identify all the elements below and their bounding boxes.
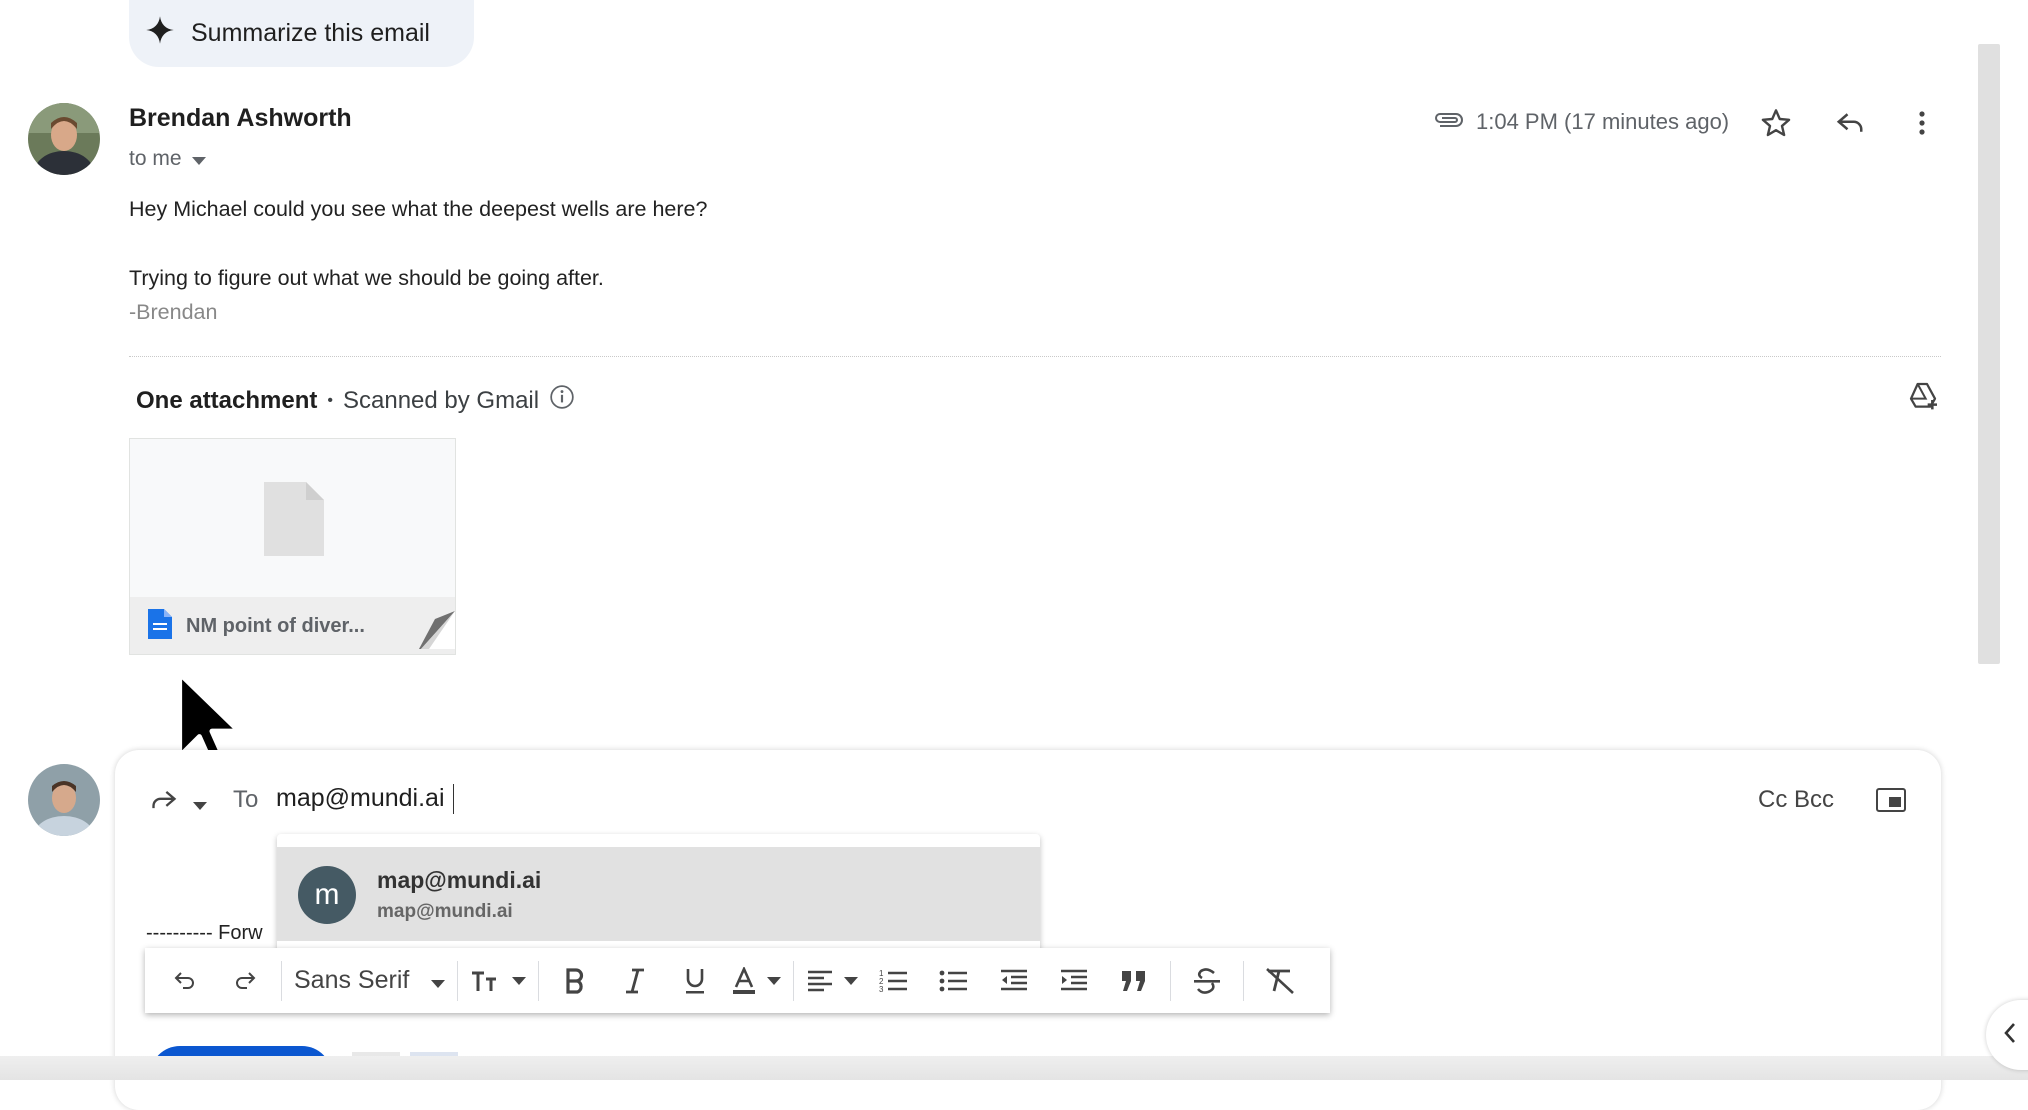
- message-signature: -Brendan: [129, 300, 218, 324]
- indent-icon[interactable]: [1044, 948, 1104, 1013]
- summarize-label: Summarize this email: [191, 19, 430, 47]
- recipient-line: to me: [129, 147, 182, 170]
- toolbar-separator: [1170, 960, 1172, 1001]
- sender-avatar[interactable]: [28, 103, 100, 175]
- bold-icon[interactable]: [545, 948, 605, 1013]
- scrollbar-thumb[interactable]: [1978, 44, 2000, 664]
- forwarded-message-header: ---------- Forw: [146, 922, 263, 944]
- divider: [129, 356, 1941, 357]
- recipient-suggestions: m map@mundi.ai map@mundi.ai: [277, 834, 1040, 954]
- sender-name: Brendan Ashworth: [129, 104, 352, 132]
- cc-bcc-link[interactable]: Cc Bcc: [1758, 786, 1834, 814]
- redo-icon[interactable]: [215, 948, 275, 1013]
- attachment-filename: NM point of diver...: [186, 615, 365, 637]
- font-size-icon[interactable]: [464, 948, 532, 1013]
- caret-down-icon[interactable]: [193, 797, 207, 815]
- page-curl-icon: [383, 611, 455, 654]
- formatting-toolbar: Sans Serif 123: [145, 948, 1330, 1013]
- separator-dot: •: [327, 391, 333, 409]
- scanned-label: Scanned by Gmail: [342, 386, 540, 414]
- more-options-icon[interactable]: [1910, 108, 1934, 143]
- suggestion-name: map@mundi.ai: [377, 867, 542, 893]
- suggestion-item[interactable]: m map@mundi.ai map@mundi.ai: [277, 847, 1040, 941]
- quote-icon[interactable]: [1104, 948, 1164, 1013]
- suggestion-avatar: m: [298, 866, 356, 924]
- bulleted-list-icon[interactable]: [924, 948, 984, 1013]
- to-label: To: [233, 786, 259, 813]
- attachment-preview: [130, 439, 455, 597]
- recipient-details-toggle[interactable]: to me: [129, 147, 206, 171]
- message-body-line: Trying to figure out what we should be g…: [129, 266, 604, 290]
- caret-down-icon: [431, 966, 446, 995]
- numbered-list-icon[interactable]: 123: [864, 948, 924, 1013]
- toolbar-separator: [457, 960, 459, 1001]
- message-body-line: Hey Michael could you see what the deepe…: [129, 197, 708, 221]
- text-color-icon[interactable]: [725, 948, 787, 1013]
- outdent-icon[interactable]: [984, 948, 1044, 1013]
- message-timestamp: 1:04 PM (17 minutes ago): [1476, 109, 1730, 134]
- strikethrough-icon[interactable]: [1177, 948, 1237, 1013]
- caret-down-icon: [191, 147, 206, 171]
- toolbar-separator: [538, 960, 540, 1001]
- star-icon[interactable]: [1760, 107, 1792, 144]
- summarize-email-button[interactable]: Summarize this email: [129, 0, 474, 67]
- toolbar-separator: [281, 960, 282, 1001]
- generic-file-icon: [264, 482, 324, 561]
- toolbar-separator: [793, 960, 795, 1001]
- add-to-drive-icon[interactable]: [1906, 380, 1940, 417]
- italic-icon[interactable]: [605, 948, 665, 1013]
- paperclip-icon: [1432, 108, 1464, 137]
- reply-icon[interactable]: [1834, 108, 1866, 143]
- font-family-value: Sans Serif: [294, 966, 410, 994]
- window-bottom-edge: [0, 1056, 2028, 1080]
- forward-icon[interactable]: [148, 786, 180, 819]
- pop-out-icon[interactable]: [1876, 788, 1906, 817]
- align-icon[interactable]: [800, 948, 864, 1013]
- suggestion-email: map@mundi.ai: [377, 901, 513, 922]
- svg-text:3: 3: [879, 985, 884, 994]
- doc-file-icon: [148, 608, 172, 645]
- attachments-header: One attachment • Scanned by Gmail: [136, 384, 575, 417]
- chevron-left-icon: [2002, 1021, 2018, 1050]
- sparkle-icon: [145, 15, 175, 52]
- text-caret: [453, 784, 454, 814]
- info-icon[interactable]: [549, 384, 575, 417]
- underline-icon[interactable]: [665, 948, 725, 1013]
- attachments-title: One attachment: [136, 386, 318, 414]
- undo-icon[interactable]: [155, 948, 215, 1013]
- remove-formatting-icon[interactable]: [1250, 948, 1310, 1013]
- attachment-card[interactable]: NM point of diver...: [129, 438, 456, 655]
- font-family-select[interactable]: Sans Serif: [288, 948, 451, 1013]
- toolbar-separator: [1243, 960, 1245, 1001]
- to-input[interactable]: map@mundi.ai: [276, 784, 445, 813]
- my-avatar[interactable]: [28, 764, 100, 836]
